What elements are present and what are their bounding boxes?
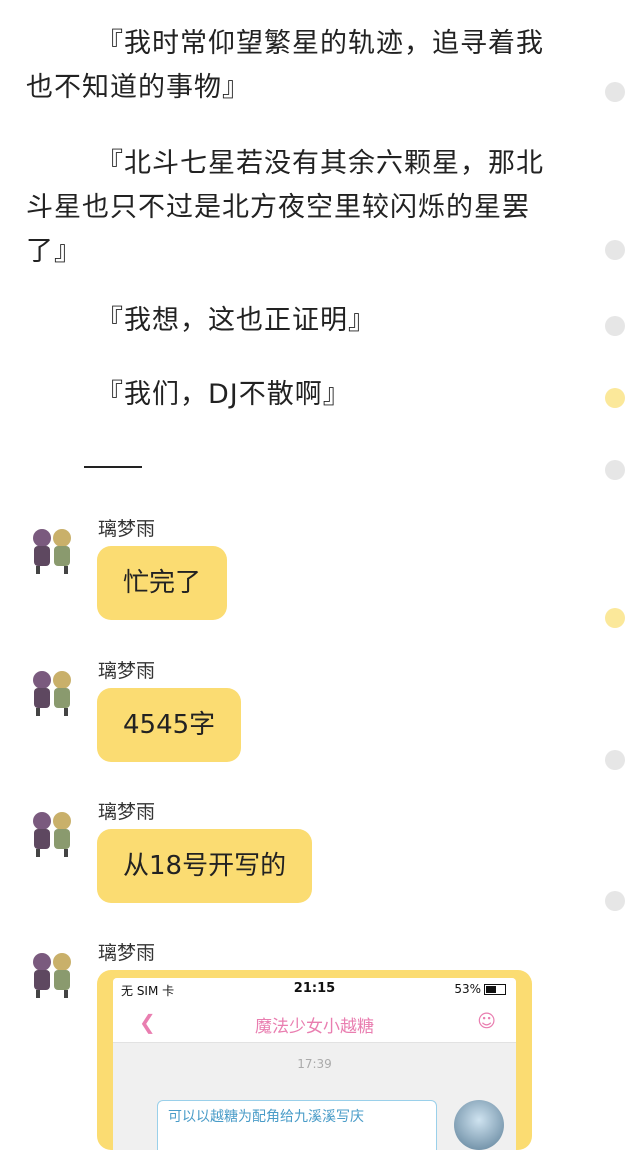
comment-dot[interactable] — [605, 388, 625, 408]
avatar[interactable] — [26, 807, 78, 859]
status-bar: 无 SIM 卡 21:15 53% — [113, 978, 516, 1002]
chat-timestamp: 17:39 — [297, 1057, 332, 1071]
battery-icon — [484, 984, 506, 995]
battery-percent: 53% — [454, 982, 481, 996]
divider — [84, 466, 142, 468]
comment-dot[interactable] — [605, 750, 625, 770]
sender-name: 璃梦雨 — [98, 942, 156, 964]
avatar[interactable] — [26, 948, 78, 1000]
avatar — [454, 1100, 504, 1150]
message-bubble[interactable]: 4545字 — [97, 688, 242, 762]
sender-name: 璃梦雨 — [98, 801, 156, 823]
paragraph-3: 『我想，这也正证明』 — [96, 305, 376, 336]
comment-dot[interactable] — [605, 240, 625, 260]
paragraph-4: 『我们，DJ不散啊』 — [96, 379, 351, 410]
person-icon: ☺ — [477, 1011, 496, 1032]
embedded-screenshot: 无 SIM 卡 21:15 53% ❮ 魔法少女小越糖 ☺ 17:39 可以以越… — [113, 978, 516, 1150]
sender-name: 璃梦雨 — [98, 518, 156, 540]
comment-dot[interactable] — [605, 460, 625, 480]
comment-dot[interactable] — [605, 316, 625, 336]
message-bubble[interactable]: 忙完了 — [97, 546, 228, 620]
image-message[interactable]: 无 SIM 卡 21:15 53% ❮ 魔法少女小越糖 ☺ 17:39 可以以越… — [97, 970, 532, 1150]
avatar[interactable] — [26, 666, 78, 718]
avatar[interactable] — [26, 524, 78, 576]
comment-dot[interactable] — [605, 891, 625, 911]
battery-indicator: 53% — [454, 982, 506, 996]
nav-bar: ❮ 魔法少女小越糖 ☺ — [113, 1002, 516, 1043]
inner-message-bubble: 可以以越糖为配角给九溪溪写庆 — [157, 1100, 437, 1150]
paragraph-2: 『北斗七星若没有其余六颗星，那北斗星也只不过是北方夜空里较闪烁的星罢了』 — [26, 148, 544, 267]
comment-dot[interactable] — [605, 608, 625, 628]
sender-name: 璃梦雨 — [98, 660, 156, 682]
paragraph-1: 『我时常仰望繁星的轨迹，追寻着我也不知道的事物』 — [26, 28, 544, 103]
message-bubble[interactable]: 从18号开写的 — [97, 829, 313, 903]
comment-dot[interactable] — [605, 82, 625, 102]
chat-title: 魔法少女小越糖 — [255, 1017, 374, 1037]
